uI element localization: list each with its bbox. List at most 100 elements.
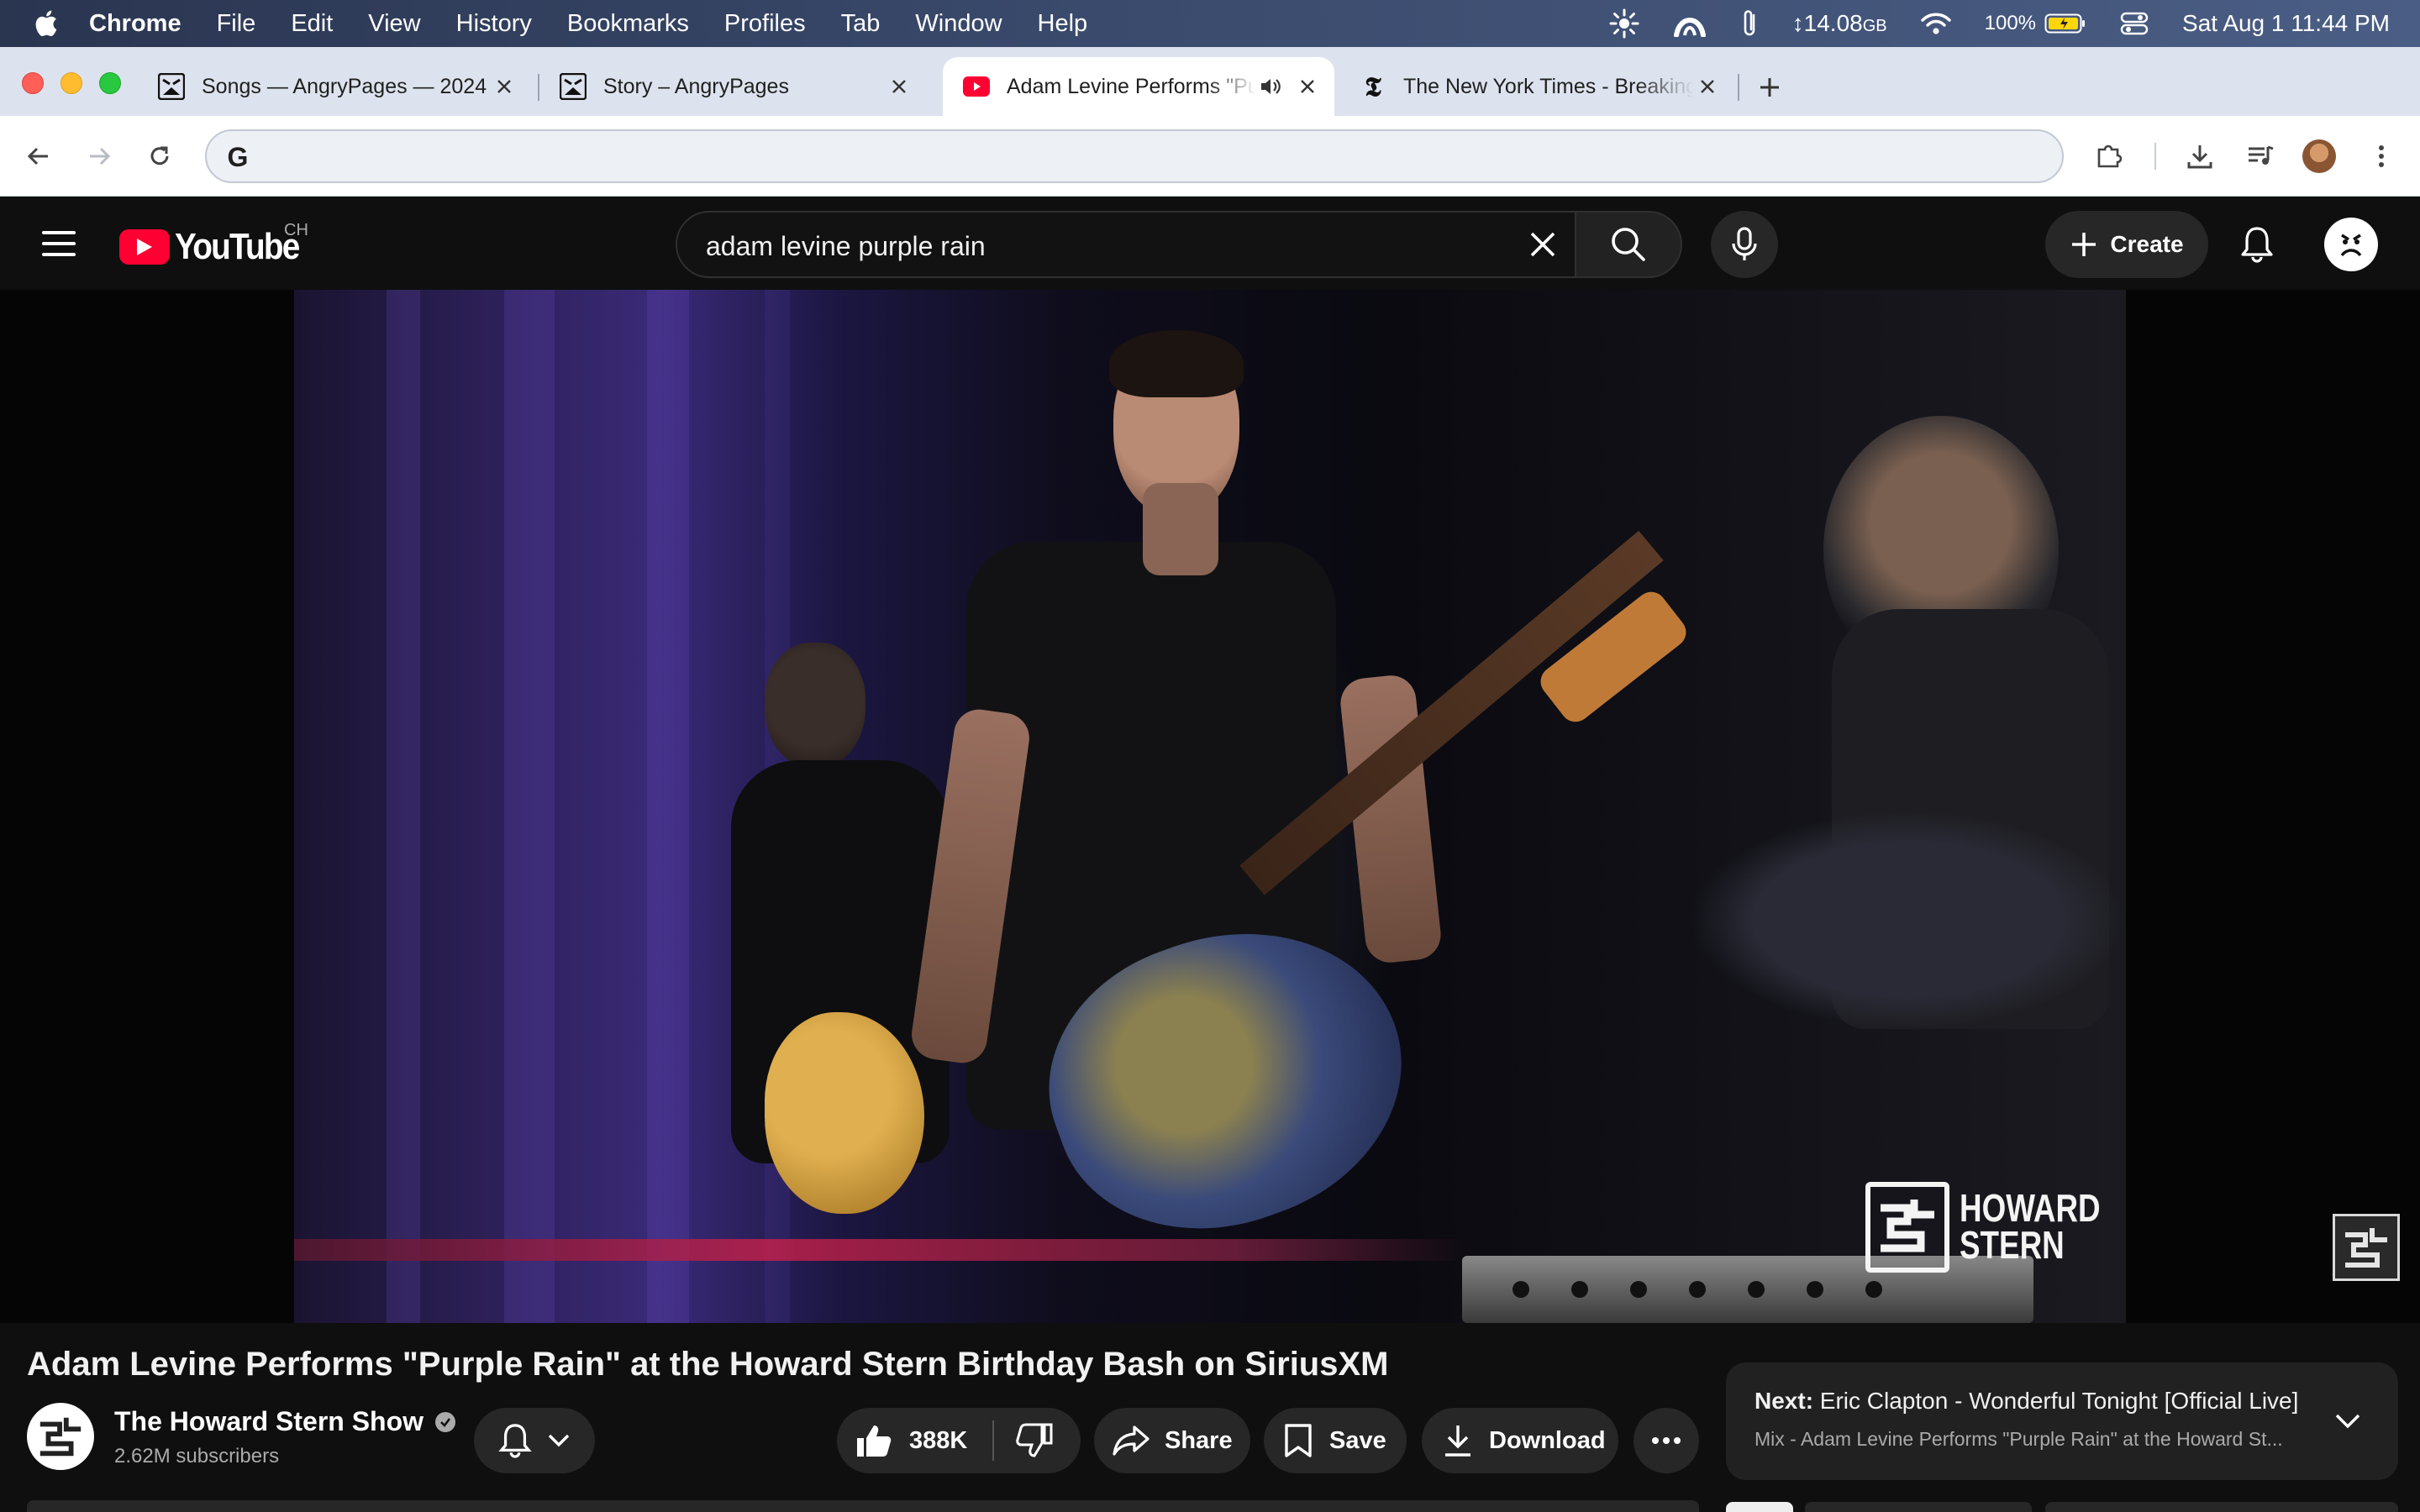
angrypages-favicon-icon [158,73,185,100]
tab-close-icon[interactable] [1694,73,1721,100]
curtain-fold [387,290,420,1323]
battery-status[interactable]: 100% [1985,12,2086,35]
plus-icon [2072,233,2096,256]
subscription-notifications-button[interactable] [474,1408,595,1473]
tab-youtube-adam-levine[interactable]: Adam Levine Performs "Purple Rain" [943,57,1334,116]
macos-menu-bar: Chrome File Edit View History Bookmarks … [0,0,2420,47]
channel-name-link[interactable]: The Howard Stern Show [114,1406,456,1437]
channel-name: The Howard Stern Show [114,1406,424,1436]
howard-stern-logo-icon [1865,1182,1949,1273]
tab-new-york-times[interactable]: 𝕿 The New York Times - Breaking News [1339,57,1734,116]
menu-bookmarks[interactable]: Bookmarks [567,10,689,38]
chevron-down-icon [547,1433,571,1448]
menu-history[interactable]: History [456,10,532,38]
window-close-button[interactable] [22,72,44,94]
menu-file[interactable]: File [217,10,256,38]
curtain-fold [504,290,555,1323]
forward-button[interactable] [79,136,119,176]
up-next-card[interactable]: Next: Eric Clapton - Wonderful Tonight [… [1726,1362,2398,1480]
menu-view[interactable]: View [368,10,420,38]
menu-tab[interactable]: Tab [841,10,881,38]
channel-branding-watermark-icon[interactable] [2333,1214,2400,1281]
menubar-status-area: ↕14.08GB 100% Sat Aug 1 11:44 PM [1609,0,2390,47]
chrome-profile-avatar[interactable] [2302,139,2336,173]
tab-close-icon[interactable] [491,73,518,100]
amp-knob [1571,1281,1588,1298]
drum-kit [1689,811,2126,1029]
next-mix-subtitle: Mix - Adam Levine Performs "Purple Rain"… [1754,1428,2283,1450]
tab-story-angrypages[interactable]: Story – AngryPages [539,57,926,116]
reload-button[interactable] [139,136,180,176]
performer-hair [1109,330,1244,397]
thumbs-up-icon [857,1425,892,1457]
memory-value: ↕14.08 [1791,10,1863,36]
tab-title: Songs — AngryPages — 2024 [202,74,487,98]
performer-neck [1143,483,1218,575]
download-button[interactable]: Download [1422,1408,1618,1473]
menu-window[interactable]: Window [915,10,1002,38]
more-actions-button[interactable] [1634,1408,1699,1473]
back-button[interactable] [18,136,59,176]
chevron-down-icon[interactable] [2331,1404,2365,1438]
like-dislike-group: 388K [837,1408,1081,1473]
next-video-title: Eric Clapton - Wonderful Tonight [Offici… [1819,1388,2299,1414]
notifications-bell-icon[interactable] [2235,223,2279,266]
downloads-icon[interactable] [2180,136,2220,176]
brightness-icon[interactable] [1609,8,1639,39]
extensions-puzzle-icon[interactable] [2089,136,2129,176]
browser-toolbar: G [0,116,2420,197]
tab-title: Story – AngryPages [603,74,789,98]
guide-menu-icon[interactable] [42,231,76,256]
angrypages-favicon-icon [560,73,587,100]
menubar-clock[interactable]: Sat Aug 1 11:44 PM [2182,10,2390,37]
clear-search-icon[interactable] [1526,228,1560,261]
curtain-fold [647,290,689,1323]
memory-status[interactable]: ↕14.08GB [1792,10,1887,37]
create-label: Create [2110,231,2184,257]
tab-title: Adam Levine Performs "Purple Rain" [1007,74,1257,98]
control-center-icon[interactable] [2120,11,2149,36]
menu-edit[interactable]: Edit [291,10,333,38]
menu-help[interactable]: Help [1038,10,1088,38]
search-input[interactable]: adam levine purple rain [676,211,1576,278]
youtube-logo[interactable]: YouTube CH [119,221,316,268]
chip-edge [1805,1502,2032,1512]
search-query-text: adam levine purple rain [706,231,986,261]
share-button[interactable]: Share [1094,1408,1250,1473]
menu-profiles[interactable]: Profiles [724,10,806,38]
download-label: Download [1489,1426,1606,1454]
address-bar[interactable]: G [205,129,2064,183]
more-horizontal-icon [1651,1436,1681,1445]
window-zoom-button[interactable] [99,72,121,94]
account-avatar[interactable] [2324,218,2378,271]
tab-close-icon[interactable] [1294,73,1321,100]
save-button[interactable]: Save [1264,1408,1407,1473]
video-player[interactable]: HOWARD STERN [0,290,2420,1323]
wifi-icon[interactable] [1920,12,1951,35]
channel-avatar[interactable] [27,1403,94,1470]
menu-app-chrome[interactable]: Chrome [89,10,182,38]
window-minimize-button[interactable] [60,72,82,94]
tab-songs-angrypages[interactable]: Songs — AngryPages — 2024 [138,57,531,116]
voice-search-button[interactable] [1711,211,1778,278]
tab-close-icon[interactable] [886,73,913,100]
browser-tab-strip: Songs — AngryPages — 2024 Story – AngryP… [0,47,2420,116]
new-tab-button[interactable] [1753,71,1786,104]
amp-knob [1689,1281,1706,1298]
like-count: 388K [909,1426,968,1454]
tab-audio-playing-icon[interactable] [1257,73,1284,100]
dislike-button[interactable] [1016,1423,1053,1458]
video-title: Adam Levine Performs "Purple Rain" at th… [27,1346,1389,1383]
like-button[interactable]: 388K [855,1423,967,1458]
paperclip-icon[interactable] [1740,8,1759,39]
arc-app-icon[interactable] [1673,10,1707,37]
chrome-menu-icon[interactable] [2361,136,2402,176]
search-button[interactable] [1576,211,1682,278]
howard-stern-logo-icon [39,1417,82,1457]
media-controls-icon[interactable] [2240,136,2281,176]
save-label: Save [1329,1426,1386,1454]
youtube-favicon-icon [963,73,990,100]
create-button[interactable]: Create [2045,211,2208,278]
apple-icon[interactable] [30,8,60,39]
stage-light-strip [294,1239,1470,1261]
